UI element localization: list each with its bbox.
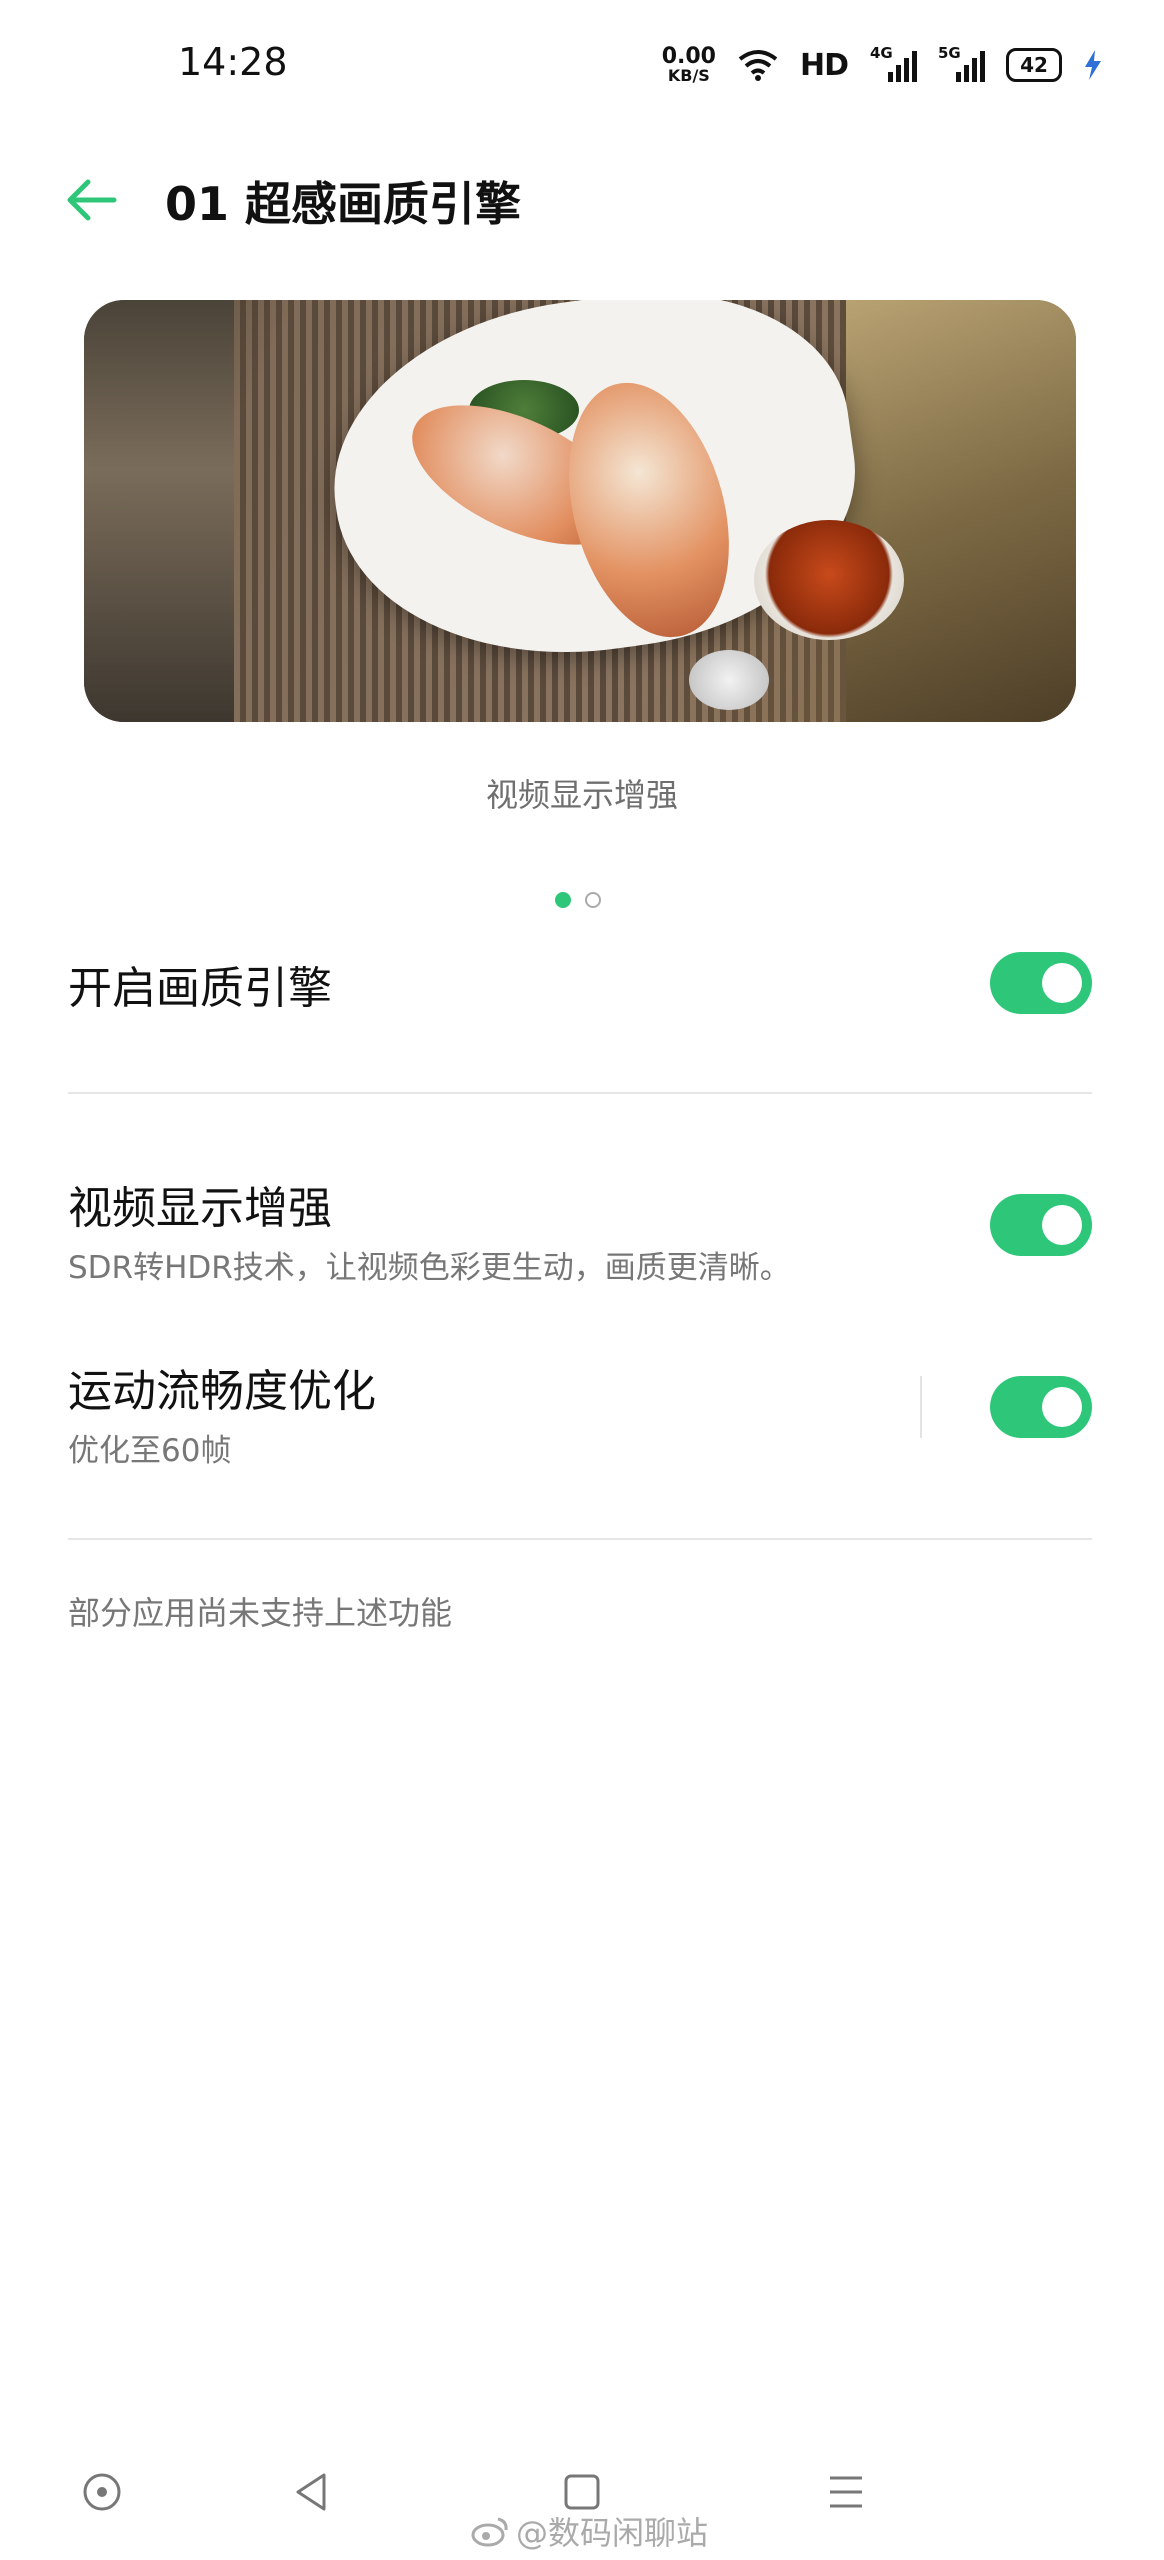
toggle-knob [1042,1387,1082,1427]
toggle-knob [1042,1205,1082,1245]
motion-smooth-label: 运动流畅度优化 [68,1366,376,1417]
status-time: 14:28 [178,40,288,84]
page-dot-active[interactable] [555,892,571,908]
record-icon[interactable] [80,2470,124,2514]
video-enhance-description: SDR转HDR技术，让视频色彩更生动，画质更清晰。 [68,1250,791,1286]
page-title: 01 超感画质引擎 [165,177,522,231]
status-icons: 0.00 KB/S HD 4G 5G 42 [662,40,1102,90]
motion-smooth-description: 优化至60帧 [68,1433,232,1469]
weibo-logo-icon [471,2517,508,2547]
arrow-left-icon[interactable] [62,170,122,230]
motion-smooth-toggle[interactable] [990,1376,1092,1438]
network-speed: 0.00 KB/S [662,46,716,84]
charging-icon [1085,50,1101,80]
sauce-bowl [754,520,904,640]
page-indicator [555,892,601,908]
banner-image[interactable] [84,300,1076,722]
toggle-knob [1042,963,1082,1003]
divider [68,1092,1092,1094]
signal-5g-icon: 5G [938,44,985,82]
engine-toggle[interactable] [990,952,1092,1014]
divider [68,1538,1092,1540]
hd-indicator: HD [799,47,849,83]
page-dot[interactable] [585,892,601,908]
back-triangle-icon[interactable] [290,2470,334,2514]
menu-lines-icon[interactable] [824,2470,868,2514]
video-enhance-label: 视频显示增强 [68,1183,332,1234]
vertical-separator [920,1376,922,1438]
support-note: 部分应用尚未支持上述功能 [68,1594,453,1632]
banner-caption: 视频显示增强 [485,776,678,814]
network-speed-value: 0.00 [661,44,716,69]
watermark-text: @数码闲聊站 [516,2514,709,2552]
video-enhance-toggle[interactable] [990,1194,1092,1256]
signal-4g-icon: 4G [870,44,917,82]
wifi-icon [738,50,778,81]
battery-level: 42 [1020,53,1048,77]
watermark: @数码闲聊站 [470,2508,708,2554]
battery-icon: 42 [1006,48,1062,82]
engine-toggle-label: 开启画质引擎 [68,963,332,1014]
network-speed-unit: KB/S [667,66,710,85]
